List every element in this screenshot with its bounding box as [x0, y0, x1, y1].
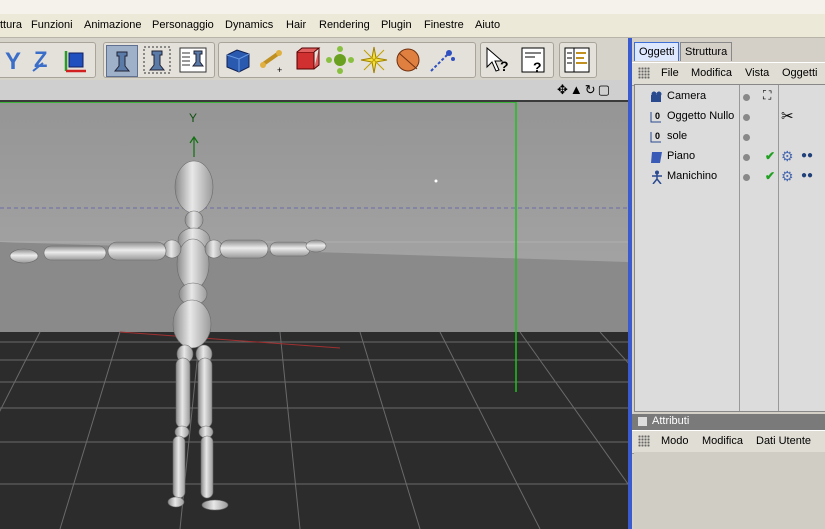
panel-splitter[interactable]	[628, 38, 632, 529]
tab-struttura[interactable]: Struttura	[680, 42, 733, 61]
menu-bar: ttura Funzioni Animazione Personaggio Dy…	[0, 14, 825, 38]
camera-target-icon[interactable]: ⛶	[763, 88, 771, 103]
menu-modifica[interactable]: Modifica	[691, 67, 732, 79]
attributes-body	[634, 452, 825, 529]
menu-item-dynamics[interactable]: Dynamics	[225, 18, 273, 33]
svg-text:+: +	[277, 65, 282, 75]
object-name: Manichino	[667, 170, 718, 182]
render-view-icon[interactable]	[106, 45, 138, 77]
render-settings-icon[interactable]	[178, 45, 208, 75]
timeline-group	[559, 42, 597, 78]
texture-tag-icon[interactable]: ●●	[801, 150, 813, 161]
title-strip	[0, 0, 825, 14]
mannequin-icon	[652, 170, 662, 184]
menu-item-rendering[interactable]: Rendering	[319, 18, 370, 33]
list-item[interactable]: 0 Oggetto Nullo ✂	[635, 107, 825, 127]
menu-vista[interactable]: Vista	[745, 67, 769, 79]
viewport-nav-icons: ✥▲↻▢	[557, 82, 612, 98]
null-object-icon: 0	[650, 111, 661, 123]
check-icon[interactable]: ✔	[765, 169, 775, 183]
toolbar: Y Z + ? ?	[0, 38, 632, 80]
pointer-help-icon[interactable]: ?	[483, 45, 513, 75]
svg-text:0: 0	[655, 111, 660, 121]
tools-icon[interactable]: ✂	[781, 107, 794, 125]
viewport-3d[interactable]: ✥▲↻▢ Y	[0, 80, 628, 529]
menu-dati-utente[interactable]: Dati Utente	[756, 435, 811, 447]
z-axis-icon[interactable]: Z	[29, 45, 59, 75]
environment-icon[interactable]	[393, 45, 423, 75]
svg-text:0: 0	[655, 131, 660, 141]
render-region-icon[interactable]	[142, 45, 172, 75]
visibility-dot[interactable]	[743, 134, 750, 141]
attributes-title-icon	[638, 417, 647, 426]
maximize-view-icon[interactable]: ▢	[598, 82, 612, 97]
object-name: sole	[667, 130, 688, 142]
help-group: ? ?	[480, 42, 554, 78]
object-name: Camera	[667, 90, 707, 102]
objects-group: +	[218, 42, 476, 78]
object-list: Camera ⛶ 0 Oggetto Nullo ✂ 0 sole Piano …	[634, 84, 825, 412]
rotate-view-icon[interactable]: ↻	[585, 82, 598, 97]
viewport-header: ✥▲↻▢	[0, 80, 628, 102]
object-name: Piano	[667, 150, 696, 162]
attributes-title: Attributi	[652, 415, 690, 427]
viewport-scene: Y	[0, 102, 628, 529]
y-axis-icon[interactable]: Y	[0, 45, 29, 75]
move-view-icon[interactable]: ✥	[557, 82, 570, 97]
panel-grip-icon[interactable]	[638, 67, 650, 79]
cube-icon[interactable]	[223, 45, 253, 75]
menu-item-aiuto[interactable]: Aiuto	[475, 18, 500, 33]
tab-oggetti[interactable]: Oggetti	[634, 42, 680, 61]
list-item[interactable]: Piano ✔ ⚙ ●●	[635, 147, 825, 167]
svg-text:?: ?	[500, 58, 509, 74]
list-item[interactable]: Camera ⛶	[635, 87, 825, 107]
menu-item-funzioni[interactable]: Funzioni	[31, 18, 73, 33]
menu-modifica[interactable]: Modifica	[702, 435, 743, 447]
zoom-view-icon[interactable]: ▲	[570, 82, 585, 97]
world-coords-icon[interactable]	[60, 45, 90, 75]
camera-icon	[651, 91, 662, 102]
floor-plane	[0, 332, 628, 529]
light-icon[interactable]	[359, 45, 389, 75]
panel-grip-icon[interactable]	[638, 435, 650, 447]
menu-oggetti[interactable]: Oggetti	[782, 67, 817, 79]
attributes-header: Attributi	[632, 414, 825, 430]
object-manager-panel: Oggetti Struttura File Modifica Vista Og…	[632, 38, 825, 529]
attributes-menu: Modo Modifica Dati Utente	[632, 430, 825, 454]
particles-icon[interactable]	[427, 45, 457, 75]
object-manager-menu: File Modifica Vista Oggetti	[632, 62, 825, 86]
list-item[interactable]: 0 sole	[635, 127, 825, 147]
svg-text:?: ?	[533, 59, 542, 75]
light-marker	[434, 179, 438, 183]
deformer-icon[interactable]	[291, 45, 321, 75]
menu-item-plugin[interactable]: Plugin	[381, 18, 412, 33]
array-icon[interactable]	[325, 45, 355, 75]
visibility-dot[interactable]	[743, 114, 750, 121]
visibility-dot[interactable]	[743, 174, 750, 181]
y-axis-label: Y	[189, 111, 197, 125]
menu-item-finestre[interactable]: Finestre	[424, 18, 464, 33]
material-icon[interactable]: ⚙	[781, 168, 794, 185]
timeline-icon[interactable]	[562, 45, 592, 75]
material-icon[interactable]: ⚙	[781, 148, 794, 165]
menu-item-hair[interactable]: Hair	[286, 18, 306, 33]
object-name: Oggetto Nullo	[667, 110, 735, 122]
list-item[interactable]: Manichino ✔ ⚙ ●●	[635, 167, 825, 187]
menu-file[interactable]: File	[661, 67, 679, 79]
svg-text:Y: Y	[5, 48, 21, 75]
axis-group: Y Z	[0, 42, 96, 78]
menu-modo[interactable]: Modo	[661, 435, 689, 447]
visibility-dot[interactable]	[743, 154, 750, 161]
check-icon[interactable]: ✔	[765, 149, 775, 163]
menu-item-personaggio[interactable]: Personaggio	[152, 18, 214, 33]
bone-tool-icon[interactable]: +	[257, 45, 287, 75]
plane-icon	[651, 152, 662, 163]
null-object-icon: 0	[650, 131, 661, 143]
menu-item-animazione[interactable]: Animazione	[84, 18, 141, 33]
script-help-icon[interactable]: ?	[519, 45, 549, 75]
texture-tag-icon[interactable]: ●●	[801, 170, 813, 181]
render-group	[103, 42, 215, 78]
visibility-dot[interactable]	[743, 94, 750, 101]
menu-item-struttura[interactable]: ttura	[0, 18, 22, 33]
